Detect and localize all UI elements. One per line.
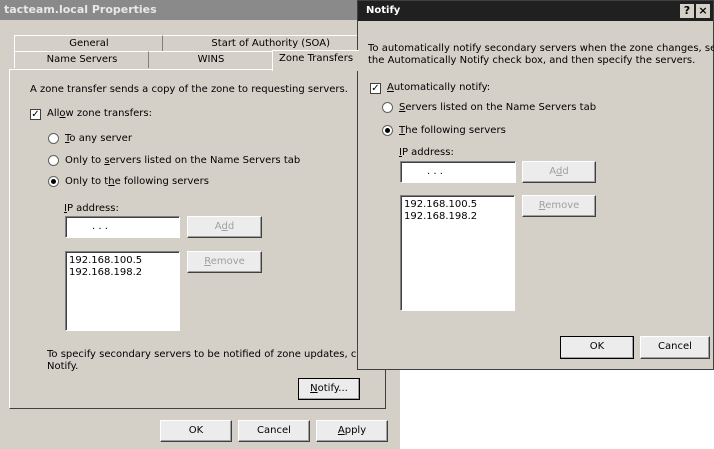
radio-name-servers-tab[interactable]: [382, 102, 393, 113]
remove-button[interactable]: Remove: [187, 251, 262, 273]
close-icon[interactable]: ×: [696, 4, 710, 18]
ip-address-label: IP address:: [64, 203, 119, 214]
list-item[interactable]: 192.168.100.5: [404, 199, 477, 210]
notify-button[interactable]: Notify...: [298, 378, 360, 400]
auto-notify-label: Automatically notify:: [387, 82, 491, 93]
zone-properties-dialog: tacteam.local Properties General Start o…: [0, 0, 400, 449]
cancel-button[interactable]: Cancel: [640, 336, 710, 359]
add-button[interactable]: Add: [522, 161, 596, 183]
server-list[interactable]: 192.168.100.5 192.168.198.2: [65, 251, 180, 331]
ip-address-placeholder: . . .: [427, 166, 443, 177]
cancel-button[interactable]: Cancel: [238, 420, 310, 442]
tab-general[interactable]: General: [14, 35, 163, 52]
radio-following-servers[interactable]: [48, 176, 59, 187]
allow-zone-transfers-checkbox[interactable]: ✓: [30, 109, 41, 120]
notify-description-line-1: To automatically notify secondary server…: [368, 43, 714, 54]
radio-any-server[interactable]: [48, 133, 59, 144]
radio-name-servers-tab-label: Only to servers listed on the Name Serve…: [65, 155, 301, 166]
tab-zone-transfers[interactable]: Zone Transfers: [272, 50, 359, 71]
add-button[interactable]: Add: [187, 216, 262, 238]
ok-button[interactable]: OK: [560, 336, 634, 359]
ip-address-label: IP address:: [399, 147, 454, 158]
tab-wins-label: WINS: [197, 54, 225, 65]
server-list[interactable]: 192.168.100.5 192.168.198.2: [400, 195, 515, 311]
ip-address-placeholder: . . .: [92, 221, 108, 232]
list-item[interactable]: 192.168.198.2: [69, 267, 142, 278]
ok-button[interactable]: OK: [160, 420, 232, 442]
notify-title-bar: Notify: [358, 1, 713, 21]
tab-name-servers[interactable]: Name Servers: [14, 51, 149, 68]
tab-wins[interactable]: WINS: [148, 51, 273, 68]
tab-soa[interactable]: Start of Authority (SOA): [162, 35, 358, 51]
notify-title: Notify: [366, 5, 401, 16]
radio-any-server-label: To any server: [65, 133, 132, 144]
help-icon[interactable]: ?: [680, 4, 694, 18]
list-item[interactable]: 192.168.198.2: [404, 211, 477, 222]
radio-name-servers-tab[interactable]: [48, 155, 59, 166]
properties-title-bar: tacteam.local Properties: [0, 0, 400, 20]
notify-description-line-2: the Automatically Notify check box, and …: [368, 55, 696, 66]
tab-name-servers-label: Name Servers: [46, 54, 118, 65]
zone-transfer-intro: A zone transfer sends a copy of the zone…: [30, 84, 348, 95]
list-item[interactable]: 192.168.100.5: [69, 255, 142, 266]
ip-address-input[interactable]: . . .: [400, 161, 516, 183]
radio-name-servers-tab-label: Servers listed on the Name Servers tab: [399, 102, 597, 113]
tab-general-label: General: [69, 38, 109, 49]
radio-following-servers[interactable]: [382, 125, 393, 136]
apply-button[interactable]: Apply: [316, 420, 388, 442]
tab-soa-label: Start of Authority (SOA): [211, 38, 330, 49]
auto-notify-checkbox[interactable]: ✓: [370, 83, 381, 94]
properties-title: tacteam.local Properties: [4, 3, 157, 16]
tab-zone-transfers-label: Zone Transfers: [278, 53, 354, 64]
remove-button[interactable]: Remove: [522, 195, 596, 217]
allow-zone-transfers-label: Allow zone transfers:: [47, 108, 152, 119]
notify-note-line-2: Notify.: [47, 361, 79, 372]
notify-note-line-1: To specify secondary servers to be notif…: [47, 349, 374, 360]
notify-dialog: Notify ? × To automatically notify secon…: [357, 0, 714, 370]
ip-address-input[interactable]: . . .: [65, 216, 180, 238]
radio-following-servers-label: Only to the following servers: [65, 176, 209, 187]
radio-following-servers-label: The following servers: [399, 125, 506, 136]
